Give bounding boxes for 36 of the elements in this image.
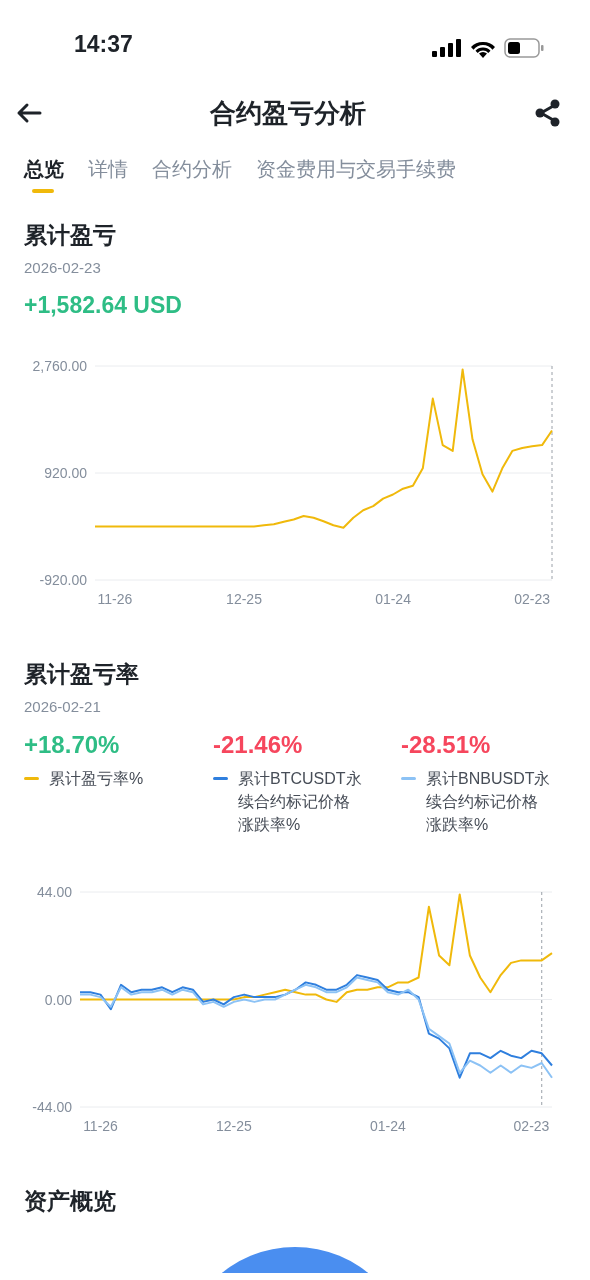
date-label: 2026-02-21 <box>24 698 102 715</box>
stat-value: -28.51% <box>401 731 492 759</box>
stat-value: +18.70% <box>24 731 121 759</box>
legend-label: 累计BNBUSDT永续合约标记价格涨跌率% <box>426 769 552 835</box>
tab[interactable]: 合约分析 <box>152 156 232 193</box>
date-label: 2026-02-23 <box>24 259 102 276</box>
legend-label: 累计盈亏率% <box>49 769 145 789</box>
back-arrow-icon <box>16 102 42 124</box>
pnl-value: +1,582.64 USD <box>24 292 183 319</box>
axis-tick-label: 0.00 <box>44 991 72 1008</box>
battery-icon <box>504 38 544 58</box>
tab[interactable]: 详情 <box>88 156 128 193</box>
page-title: 合约盈亏分析 <box>210 96 366 130</box>
axis-tick-label: 02-23 <box>514 591 551 607</box>
share-icon <box>534 99 562 127</box>
axis-tick-label: 44.00 <box>36 884 72 900</box>
legend-label: 累计BTCUSDT永续合约标记价格涨跌率% <box>238 769 363 835</box>
axis-tick-label: 01-24 <box>369 1118 406 1134</box>
tab[interactable]: 总览 <box>24 156 64 193</box>
tab[interactable]: 资金费用与交易手续费 <box>256 156 456 193</box>
section-title: 资产概览 <box>24 1187 117 1216</box>
axis-tick-label: 11-26 <box>83 1118 118 1134</box>
section-title: 累计盈亏 <box>24 221 117 250</box>
axis-tick-label: 11-26 <box>97 591 133 607</box>
status-time: 14:37 <box>74 31 133 58</box>
section-title: 累计盈亏率 <box>24 660 140 689</box>
axis-tick-label: 920.00 <box>44 465 87 481</box>
axis-tick-label: -920.00 <box>39 572 87 588</box>
axis-tick-label: 02-23 <box>513 1118 550 1134</box>
axis-tick-label: 12-25 <box>226 591 262 607</box>
axis-tick-label: 12-25 <box>216 1118 252 1134</box>
axis-tick-label: -44.00 <box>32 1099 72 1115</box>
stat-value: -21.46% <box>213 731 304 759</box>
axis-tick-label: 2,760.00 <box>32 358 87 374</box>
signal-icon <box>432 39 462 57</box>
axis-tick-label: 01-24 <box>375 591 411 607</box>
